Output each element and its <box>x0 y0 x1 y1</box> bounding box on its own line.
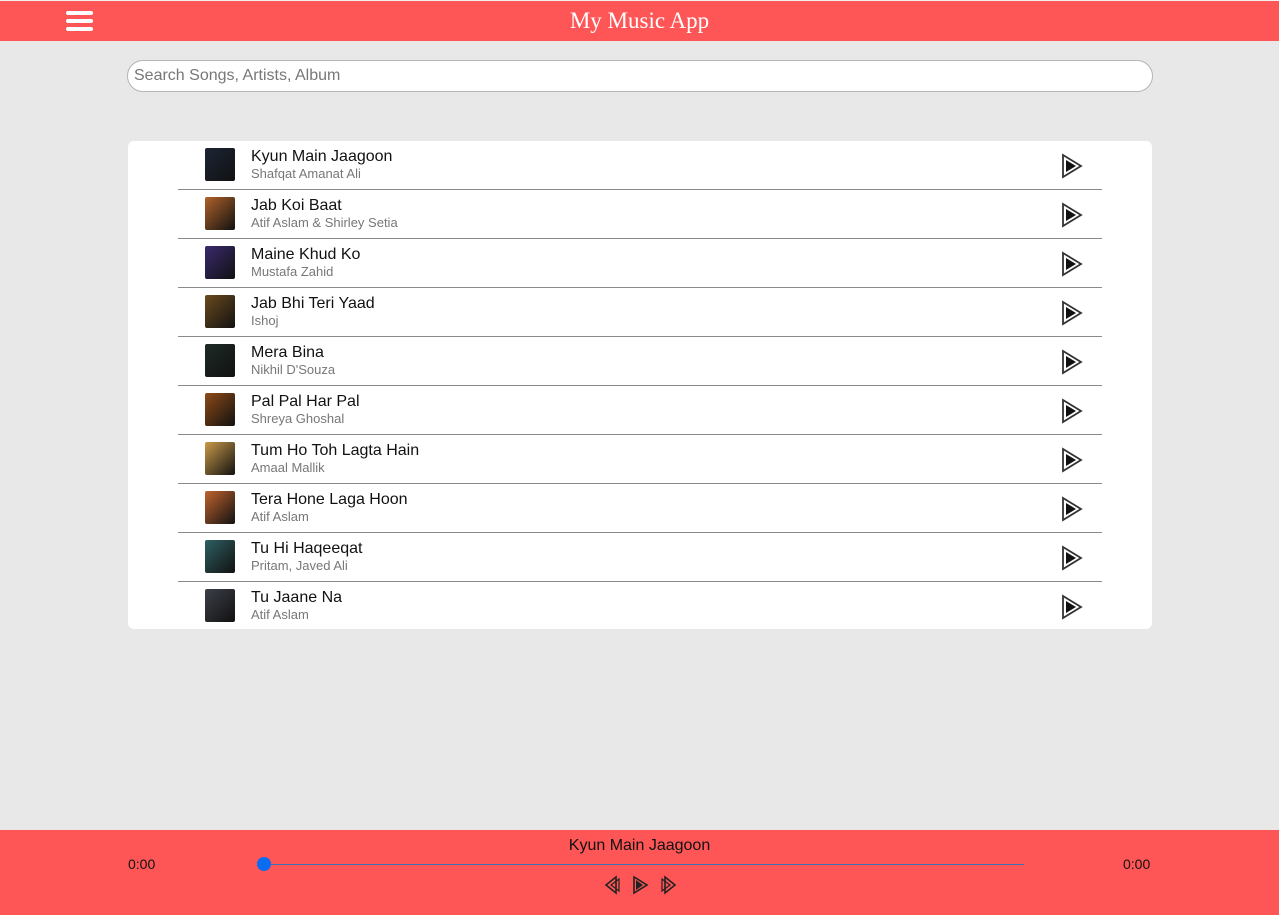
song-row[interactable]: Mera Bina Nikhil D'Souza <box>178 337 1102 386</box>
song-artist: Shafqat Amanat Ali <box>251 166 361 181</box>
album-art-thumbnail <box>205 197 235 230</box>
album-art-thumbnail <box>205 540 235 573</box>
top-bar: My Music App <box>0 0 1279 41</box>
song-artist: Shreya Ghoshal <box>251 411 345 426</box>
play-icon[interactable] <box>1060 496 1084 522</box>
song-row[interactable]: Maine Khud Ko Mustafa Zahid <box>178 239 1102 288</box>
search-input[interactable] <box>127 60 1153 92</box>
song-artist: Atif Aslam & Shirley Setia <box>251 215 398 230</box>
play-icon[interactable] <box>1060 153 1084 179</box>
play-icon[interactable] <box>1060 202 1084 228</box>
song-row[interactable]: Jab Bhi Teri Yaad Ishoj <box>178 288 1102 337</box>
song-artist: Nikhil D'Souza <box>251 362 336 377</box>
play-icon[interactable] <box>1060 300 1084 326</box>
song-artist: Amaal Mallik <box>251 460 325 475</box>
song-artist: Pritam, Javed Ali <box>251 558 348 573</box>
album-art-thumbnail <box>205 344 235 377</box>
song-artist: Mustafa Zahid <box>251 264 334 279</box>
song-row[interactable]: Pal Pal Har Pal Shreya Ghoshal <box>178 386 1102 435</box>
song-title: Jab Koi Baat <box>251 197 342 214</box>
next-icon[interactable] <box>660 875 678 895</box>
song-title: Mera Bina <box>251 344 324 361</box>
album-art-thumbnail <box>205 491 235 524</box>
song-title: Maine Khud Ko <box>251 246 361 263</box>
song-row[interactable]: Tu Jaane Na Atif Aslam <box>178 582 1102 631</box>
play-icon[interactable] <box>1060 251 1084 277</box>
song-artist: Ishoj <box>251 313 279 328</box>
progress-track[interactable] <box>262 864 1024 865</box>
album-art-thumbnail <box>205 442 235 475</box>
song-list: Kyun Main Jaagoon Shafqat Amanat Ali Jab K… <box>128 141 1152 629</box>
album-art-thumbnail <box>205 393 235 426</box>
song-artist: Atif Aslam <box>251 607 309 622</box>
player-bar: Kyun Main Jaagoon 0:00 0:00 <box>0 830 1279 915</box>
progress-knob[interactable] <box>257 857 271 871</box>
app-title: My Music App <box>569 8 710 33</box>
now-playing-title: Kyun Main Jaagoon <box>568 837 711 854</box>
album-art-thumbnail <box>205 148 235 181</box>
album-art-thumbnail <box>205 246 235 279</box>
song-title: Pal Pal Har Pal <box>251 393 360 410</box>
song-title: Tera Hone Laga Hoon <box>251 491 408 508</box>
song-title: Tu Jaane Na <box>251 589 343 606</box>
song-title: Jab Bhi Teri Yaad <box>251 295 375 312</box>
song-artist: Atif Aslam <box>251 509 309 524</box>
duration-time: 0:00 <box>1123 856 1151 872</box>
current-time: 0:00 <box>128 856 156 872</box>
previous-icon[interactable] <box>603 875 621 895</box>
song-row[interactable]: Jab Koi Baat Atif Aslam & Shirley Setia <box>178 190 1102 239</box>
song-title: Tum Ho Toh Lagta Hain <box>251 442 420 459</box>
song-row[interactable]: Tera Hone Laga Hoon Atif Aslam <box>178 484 1102 533</box>
play-icon[interactable] <box>1060 594 1084 620</box>
song-row[interactable]: Kyun Main Jaagoon Shafqat Amanat Ali <box>178 141 1102 190</box>
album-art-thumbnail <box>205 295 235 328</box>
play-icon[interactable] <box>1060 349 1084 375</box>
play-icon[interactable] <box>631 875 649 895</box>
song-title: Kyun Main Jaagoon <box>251 148 393 165</box>
play-icon[interactable] <box>1060 545 1084 571</box>
song-row[interactable]: Tum Ho Toh Lagta Hain Amaal Mallik <box>178 435 1102 484</box>
play-icon[interactable] <box>1060 398 1084 424</box>
song-title: Tu Hi Haqeeqat <box>251 540 363 557</box>
play-icon[interactable] <box>1060 447 1084 473</box>
song-row[interactable]: Tu Hi Haqeeqat Pritam, Javed Ali <box>178 533 1102 582</box>
album-art-thumbnail <box>205 589 235 622</box>
